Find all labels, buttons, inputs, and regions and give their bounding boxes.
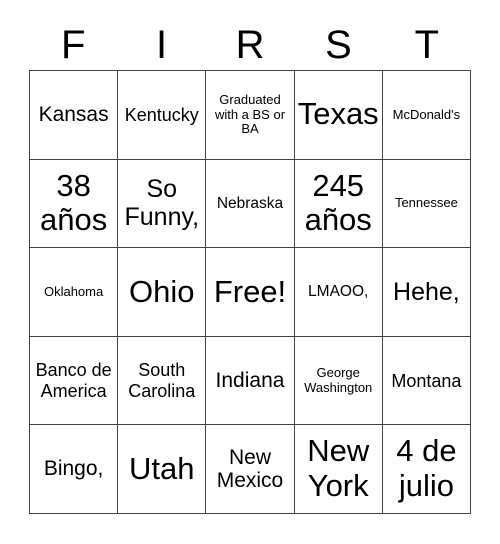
bingo-cell-r3-c2[interactable]: Indiana <box>206 336 295 426</box>
bingo-header-letter-2: R <box>235 23 265 67</box>
bingo-card: F I R S T Kansas Kentucky Graduated with a BS … <box>0 0 500 544</box>
bingo-cell-label: Tennessee <box>394 195 458 211</box>
bingo-cell-r0-c3[interactable]: Texas <box>294 71 383 160</box>
bingo-cell-label: New York <box>307 433 370 504</box>
bingo-cell-r3-c4[interactable]: Montana <box>382 336 471 426</box>
bingo-cell-r0-c1[interactable]: Kentucky <box>118 71 207 160</box>
bingo-cell-r1-c4[interactable]: Tennessee <box>382 159 471 249</box>
bingo-cell-label: Ohio <box>129 273 195 309</box>
bingo-cell-r1-c1[interactable]: So Funny, <box>118 159 207 249</box>
bingo-cell-r4-c3[interactable]: New York <box>294 425 383 514</box>
bingo-cell-r2-c0[interactable]: Oklahoma <box>30 248 119 337</box>
bingo-cell-label: Indiana <box>215 368 285 392</box>
bingo-cell-label: Texas <box>297 96 379 132</box>
bingo-cell-label: South Carolina <box>128 360 196 401</box>
bingo-cell-r1-c0[interactable]: 38 años <box>30 159 119 249</box>
bingo-cell-r2-c3[interactable]: LMAOO, <box>294 248 383 337</box>
bingo-header-letter-3: S <box>325 23 352 67</box>
bingo-cell-r4-c4[interactable]: 4 de julio <box>382 425 471 514</box>
bingo-cell-label: So Funny, <box>124 175 200 232</box>
bingo-cell-r3-c0[interactable]: Banco de America <box>30 336 119 426</box>
bingo-cell-r0-c4[interactable]: McDonald's <box>382 71 471 160</box>
bingo-cell-label: Hehe, <box>393 277 460 306</box>
bingo-cell-label: Montana <box>391 370 462 391</box>
bingo-cell-label: Kentucky <box>124 104 199 125</box>
bingo-header-letter-4: T <box>414 23 440 67</box>
bingo-cell-label: George Washington <box>304 365 373 395</box>
bingo-cell-r3-c1[interactable]: South Carolina <box>118 336 207 426</box>
bingo-cell-label: Nebraska <box>216 194 284 212</box>
bingo-cell-label: Graduated with a BS or BA <box>214 91 286 137</box>
bingo-cell-r0-c2[interactable]: Graduated with a BS or BA <box>206 71 295 160</box>
bingo-cell-label: 245 años <box>304 167 372 238</box>
bingo-cell-label: Bingo, <box>43 457 104 481</box>
bingo-cell-r1-c2[interactable]: Nebraska <box>206 159 295 249</box>
bingo-cell-r3-c3[interactable]: George Washington <box>294 336 383 426</box>
bingo-cell-label: Utah <box>129 450 195 486</box>
bingo-cell-r4-c0[interactable]: Bingo, <box>30 425 119 514</box>
bingo-cell-label: McDonald's <box>392 106 461 122</box>
bingo-cell-label: 38 años <box>39 167 108 238</box>
bingo-cell-r4-c2[interactable]: New Mexico <box>206 425 295 514</box>
bingo-grid: Kansas Kentucky Graduated with a BS or BA T… <box>29 70 471 514</box>
bingo-cell-r1-c3[interactable]: 245 años <box>294 159 383 249</box>
bingo-cell-label: Banco de America <box>35 360 112 401</box>
bingo-header-letter-1: I <box>156 23 168 67</box>
bingo-cell-label: Free! <box>213 273 287 309</box>
bingo-cell-r2-c2[interactable]: Free! <box>206 248 295 337</box>
bingo-header: FIRST <box>29 22 471 68</box>
bingo-header-letter-0: F <box>60 23 86 67</box>
bingo-cell-r0-c0[interactable]: Kansas <box>30 71 119 160</box>
bingo-cell-r4-c1[interactable]: Utah <box>118 425 207 514</box>
bingo-cell-label: 4 de julio <box>396 433 457 504</box>
bingo-cell-r2-c4[interactable]: Hehe, <box>382 248 471 337</box>
bingo-cell-label: Kansas <box>38 103 109 127</box>
bingo-cell-label: New Mexico <box>216 445 284 493</box>
bingo-cell-label: Oklahoma <box>43 283 104 299</box>
bingo-cell-label: LMAOO, <box>308 283 369 301</box>
bingo-cell-r2-c1[interactable]: Ohio <box>118 248 207 337</box>
